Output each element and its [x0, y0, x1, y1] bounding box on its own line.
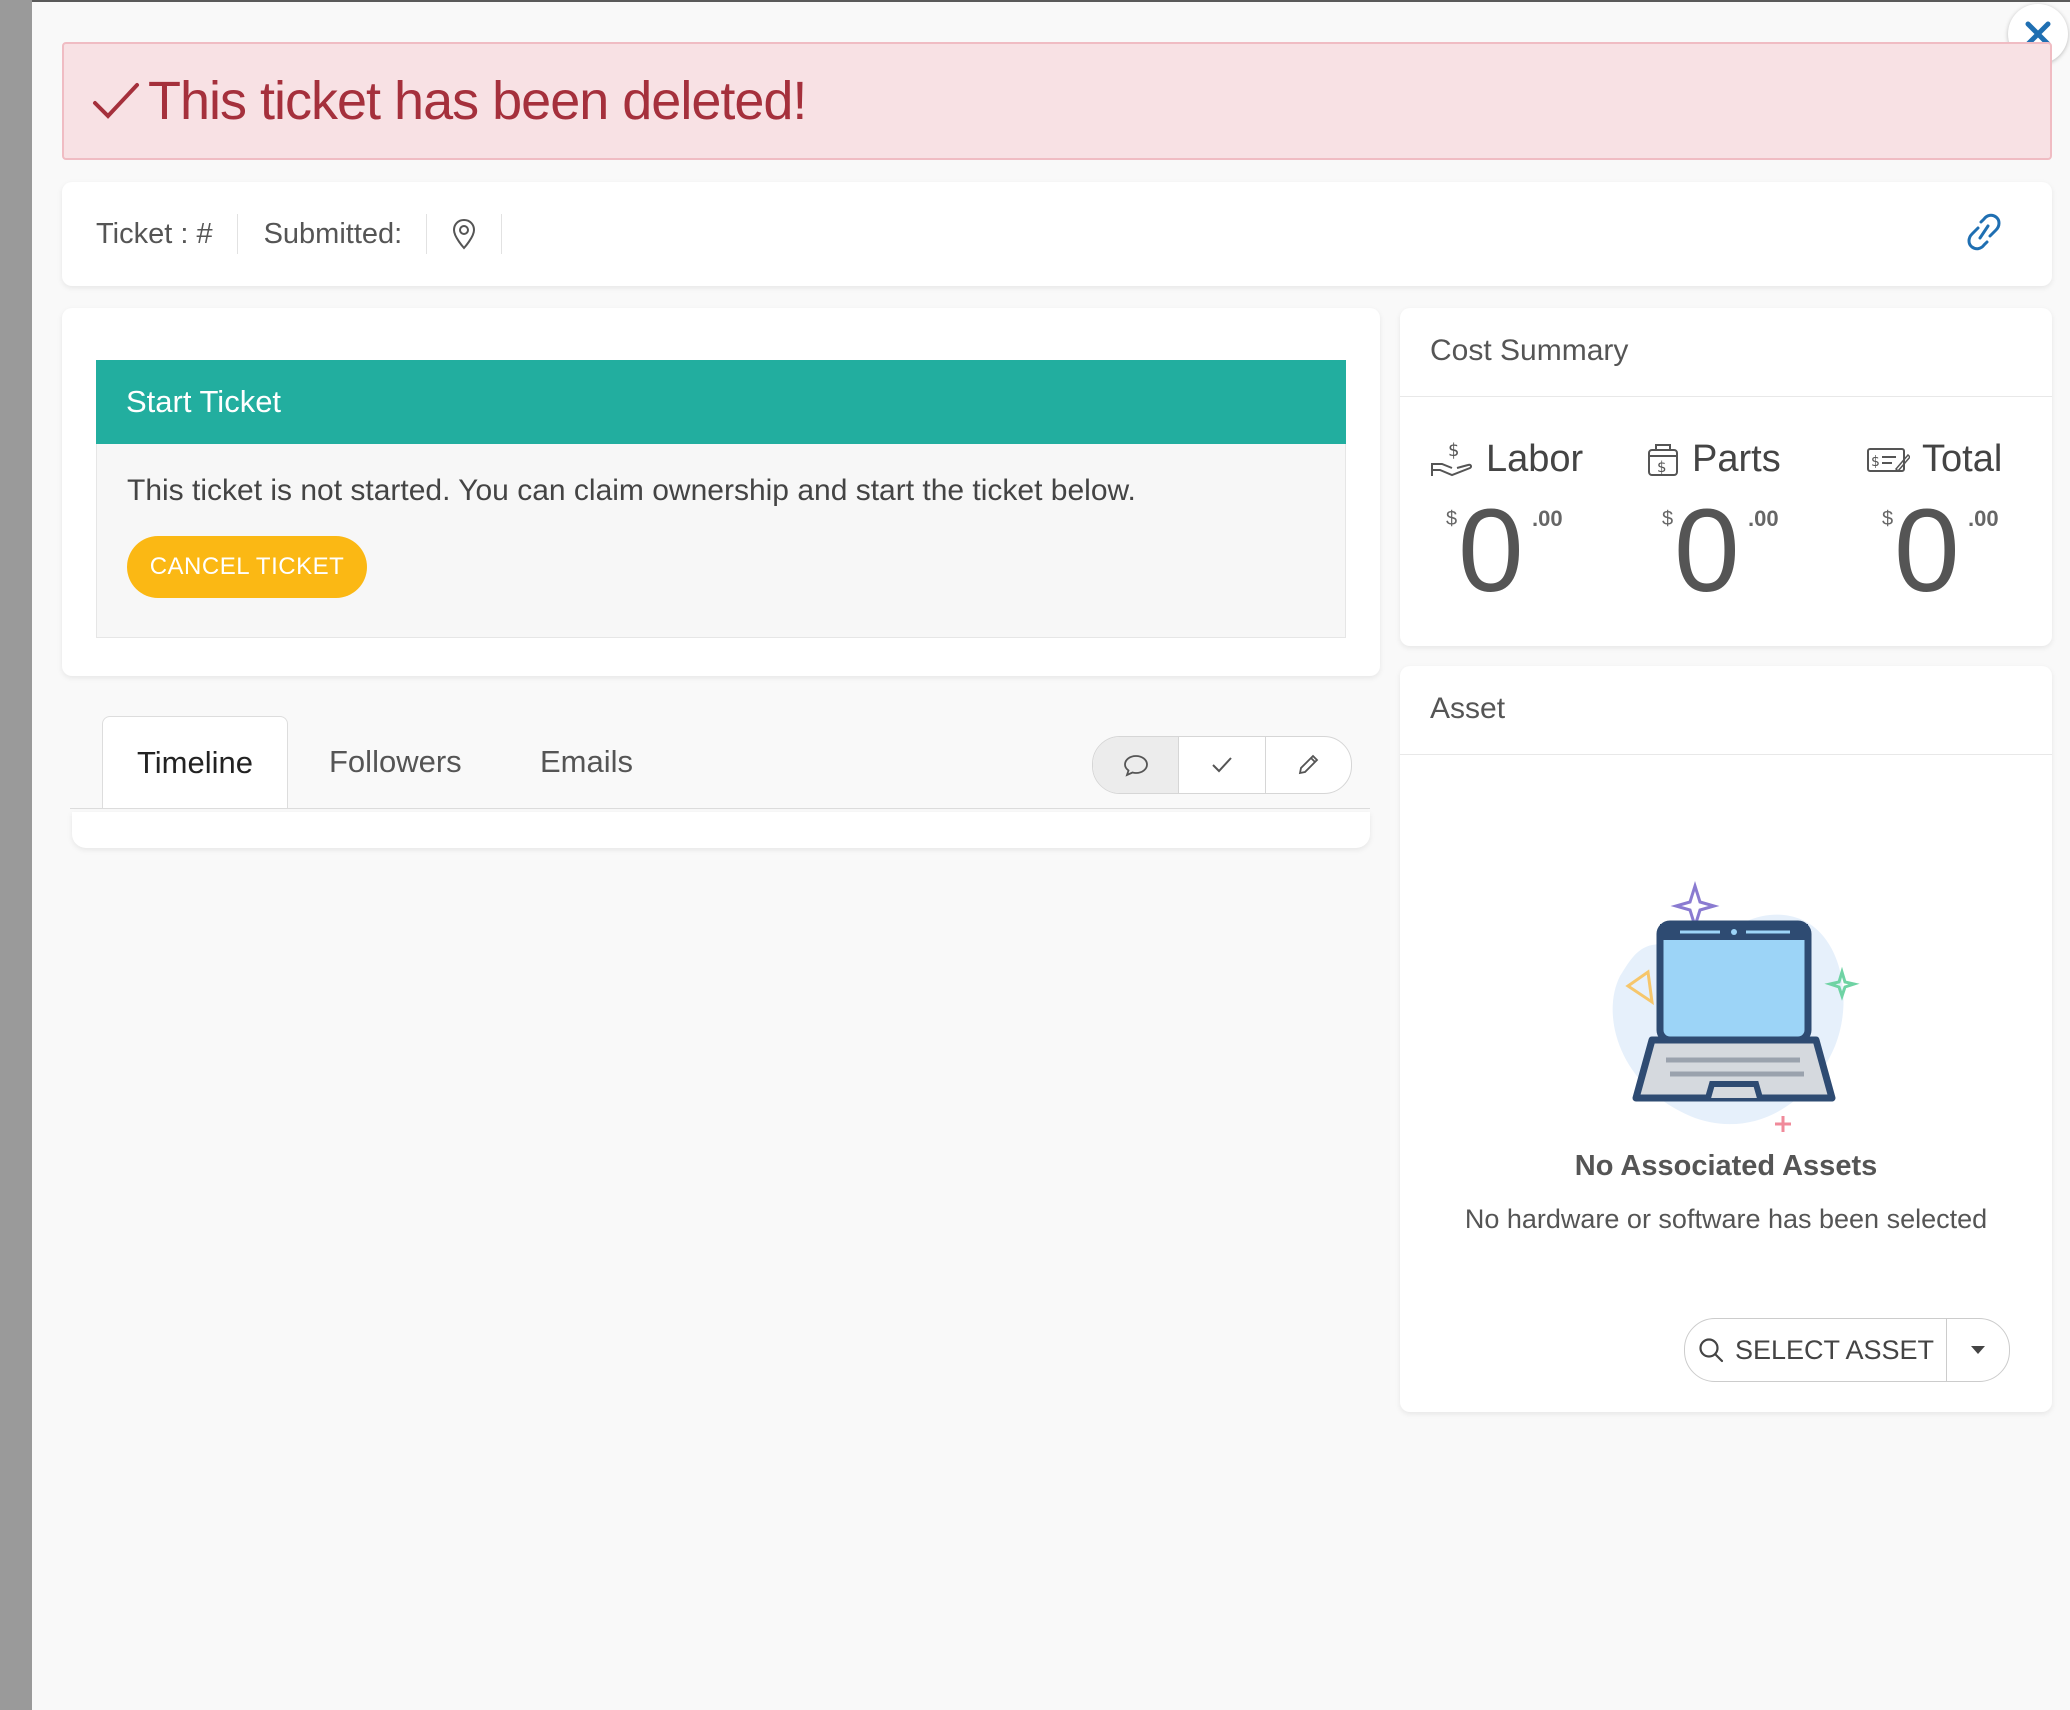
complete-button[interactable] [1179, 737, 1266, 793]
submitted-label: Submitted: [238, 214, 428, 254]
total-cents: .00 [1968, 506, 1999, 531]
edit-button[interactable] [1266, 737, 1351, 793]
no-assets-message: No hardware or software has been selecte… [1464, 1204, 1988, 1234]
modal-backdrop [0, 0, 32, 1710]
tab-emails[interactable]: Emails [540, 716, 633, 808]
labor-currency: $ [1446, 508, 1458, 530]
parts-cost: $ Parts $ 0 .00 [1646, 438, 1846, 638]
check-icon [92, 81, 140, 121]
select-asset-group: SELECT ASSET [1684, 1318, 2010, 1382]
laptop-illustration-icon [1612, 880, 1860, 1132]
start-ticket-message: This ticket is not started. You can clai… [127, 474, 1136, 507]
labor-label: Labor [1486, 438, 1584, 480]
search-icon [1699, 1338, 1724, 1363]
cancel-ticket-button[interactable]: CANCEL TICKET [127, 536, 367, 598]
labor-cost: $ Labor $ 0 .00 [1430, 438, 1630, 638]
total-amount: 0 [1894, 485, 1960, 617]
asset-title: Asset [1430, 692, 1506, 725]
deleted-alert: This ticket has been deleted! [62, 42, 2052, 160]
asset-card: Asset No Associated Assets No hardware o… [1400, 666, 2052, 1412]
location-pin-icon[interactable] [427, 214, 503, 254]
start-ticket-body: This ticket is not started. You can clai… [96, 444, 1346, 638]
cheque-icon: $ [1867, 447, 1910, 472]
ticket-number: Ticket : # [62, 214, 238, 254]
total-label: Total [1922, 438, 2003, 480]
total-currency: $ [1882, 508, 1894, 530]
no-assets-title: No Associated Assets [1574, 1150, 1878, 1182]
pencil-icon [1299, 754, 1319, 775]
parts-label: Parts [1692, 438, 1781, 480]
asset-divider [1400, 754, 2052, 755]
chat-bubble-icon [1123, 755, 1148, 777]
caret-down-icon [1971, 1346, 1985, 1354]
tab-followers[interactable]: Followers [329, 716, 462, 808]
svg-text:$: $ [1448, 440, 1459, 461]
cost-summary-divider [1400, 396, 2052, 397]
parts-currency: $ [1662, 508, 1674, 530]
start-ticket-card: Start Ticket This ticket is not started.… [62, 308, 1380, 676]
tab-timeline[interactable]: Timeline [102, 716, 288, 808]
link-icon[interactable] [1960, 212, 2008, 252]
cost-summary-title: Cost Summary [1430, 334, 1629, 367]
cost-summary-card: Cost Summary $ Labor $ 0 .00 $ Parts $ 0… [1400, 308, 2052, 646]
checkmark-icon [1212, 757, 1232, 773]
alert-message: This ticket has been deleted! [148, 71, 807, 131]
labor-cents: .00 [1532, 506, 1563, 531]
select-asset-dropdown[interactable] [1947, 1319, 2009, 1381]
select-asset-button[interactable]: SELECT ASSET [1685, 1319, 1947, 1381]
select-asset-label: SELECT ASSET [1734, 1334, 1935, 1365]
box-dollar-icon: $ [1648, 443, 1678, 476]
start-ticket-title: Start Ticket [96, 360, 1346, 444]
svg-text:$: $ [1871, 454, 1880, 470]
total-cost: $ Total $ 0 .00 [1866, 438, 2066, 638]
svg-text:$: $ [1657, 458, 1667, 476]
comment-button[interactable] [1093, 737, 1180, 793]
ticket-info-bar: Ticket : # Submitted: [62, 182, 2052, 286]
parts-amount: 0 [1674, 485, 1740, 617]
timeline-actions [1092, 736, 1352, 794]
hand-dollar-icon: $ [1431, 440, 1473, 476]
labor-amount: 0 [1458, 485, 1524, 617]
timeline-panel [72, 812, 1370, 848]
parts-cents: .00 [1748, 506, 1779, 531]
tabs-underline [70, 808, 1370, 809]
